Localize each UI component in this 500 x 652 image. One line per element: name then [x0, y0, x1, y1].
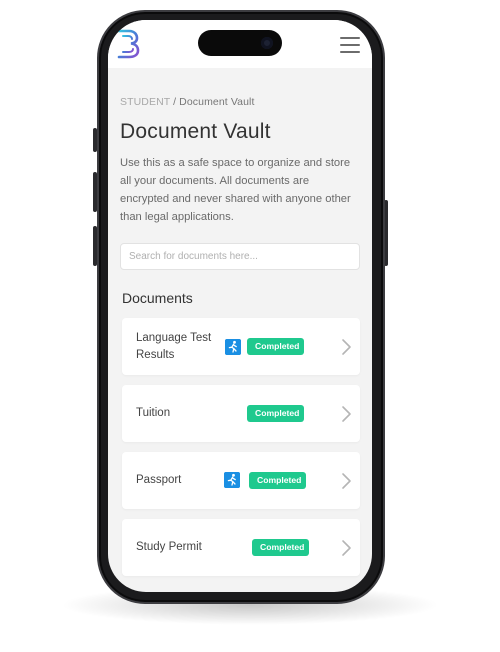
status-badge: Completed — [247, 338, 304, 355]
document-name: Tuition — [136, 407, 171, 419]
chevron-right-icon — [342, 473, 351, 489]
chevron-right-icon — [342, 406, 351, 422]
running-person-icon — [224, 472, 240, 488]
running-person-icon — [225, 339, 241, 355]
camera-lens — [261, 37, 273, 49]
hamburger-menu-icon[interactable] — [340, 37, 360, 53]
documents-heading: Documents — [122, 290, 193, 306]
document-name: Language Test Results — [136, 332, 212, 361]
breadcrumb-current: Document Vault — [179, 96, 255, 108]
document-card-tuition[interactable]: Tuition Completed — [122, 385, 360, 442]
document-name: Passport — [136, 474, 182, 486]
breadcrumb-separator: / — [170, 96, 180, 108]
breadcrumb: STUDENT / Document Vault — [120, 96, 254, 108]
chevron-right-icon — [342, 339, 351, 355]
status-badge: Completed — [252, 539, 309, 556]
status-badge: Completed — [247, 405, 304, 422]
brand-logo-icon[interactable] — [116, 28, 142, 60]
document-name: Study Permit — [136, 541, 202, 553]
chevron-right-icon — [342, 540, 351, 556]
search-input[interactable] — [120, 243, 360, 270]
page-title: Document Vault — [120, 120, 271, 143]
page-description: Use this as a safe space to organize and… — [120, 157, 351, 223]
app-header — [108, 20, 372, 68]
breadcrumb-root-link[interactable]: STUDENT — [120, 96, 170, 108]
document-card-study-permit[interactable]: Study Permit Completed — [122, 519, 360, 576]
document-card-language-test-results[interactable]: Language Test Results Completed — [122, 318, 360, 375]
dynamic-island — [198, 30, 282, 56]
status-badge: Completed — [249, 472, 306, 489]
document-card-passport[interactable]: Passport Completed — [122, 452, 360, 509]
app-screen: STUDENT / Document Vault Document Vault … — [108, 20, 372, 592]
